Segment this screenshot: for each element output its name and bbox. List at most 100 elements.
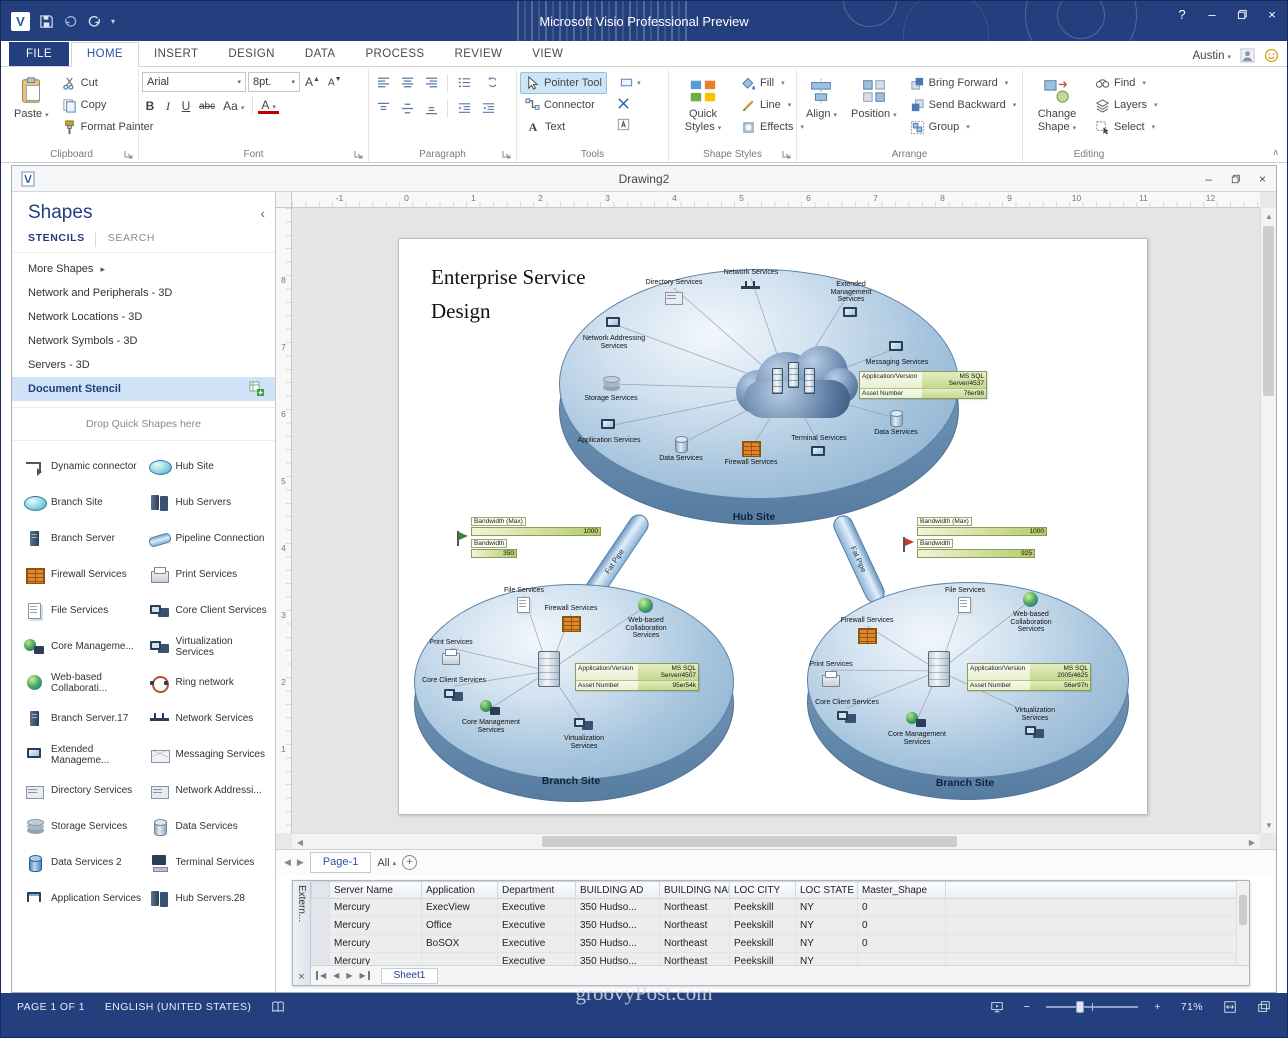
increase-indent-button[interactable] <box>477 98 499 119</box>
save-icon[interactable] <box>39 14 54 29</box>
stencil-shape[interactable]: Branch Server <box>22 523 147 555</box>
tab-design[interactable]: DESIGN <box>213 43 290 66</box>
stencil-shape[interactable]: Virtualization Services <box>147 631 272 663</box>
align-bottom-button[interactable] <box>420 98 442 119</box>
pointer-tool-button[interactable]: Pointer Tool <box>520 72 607 94</box>
row-selector[interactable] <box>312 899 330 917</box>
tab-view[interactable]: VIEW <box>517 43 578 66</box>
shape-styles-dialog-launcher-icon[interactable] <box>781 149 792 160</box>
drawing-restore-button[interactable] <box>1222 168 1249 190</box>
column-header[interactable]: LOC CITY <box>730 882 796 899</box>
stencil-shape[interactable]: Pipeline Connection <box>147 523 272 555</box>
stencil-shape[interactable]: Terminal Services <box>147 847 272 879</box>
avatar-icon[interactable] <box>1240 48 1255 63</box>
scroll-left-icon[interactable]: ◀ <box>292 834 308 849</box>
all-pages-button[interactable]: All <box>377 857 396 869</box>
branch-server-icon[interactable] <box>928 651 950 687</box>
font-family-select[interactable]: Arial <box>142 72 246 92</box>
smiley-feedback-icon[interactable] <box>1264 48 1279 63</box>
diagram-node[interactable]: Network Addressing Services <box>580 315 648 350</box>
hub-data-callout[interactable]: Application/VersionMS SQL Server/4537 As… <box>859 371 987 399</box>
stencil-shape[interactable]: Hub Servers <box>147 487 272 519</box>
font-color-button[interactable]: A <box>258 99 279 114</box>
bold-button[interactable]: B <box>142 99 158 113</box>
tab-insert[interactable]: INSERT <box>139 43 213 66</box>
hub-servers-cloud[interactable] <box>736 344 858 420</box>
bullets-button[interactable] <box>453 72 475 93</box>
tab-data[interactable]: DATA <box>290 43 351 66</box>
font-size-select[interactable]: 8pt. <box>248 72 300 92</box>
tab-stencils[interactable]: STENCILS <box>28 232 95 247</box>
page-nav-right-icon[interactable]: ▶ <box>297 857 304 868</box>
drawing-close-button[interactable]: × <box>1249 168 1276 190</box>
align-button[interactable]: Align <box>800 72 843 123</box>
text-tool-button[interactable]: A Text <box>520 116 607 138</box>
external-data-scrollbar[interactable] <box>1236 881 1249 965</box>
bandwidth-callout-right[interactable]: Bandwidth (Max) 1000 Bandwidth 925 <box>917 517 1047 561</box>
text-block-tool-button[interactable] <box>613 114 635 135</box>
presentation-mode-icon[interactable] <box>980 993 1014 1020</box>
stencil-shape[interactable]: Firewall Services <box>22 559 147 591</box>
stencil-item[interactable]: More Shapes ▸ <box>12 257 275 281</box>
help-button[interactable]: ? <box>1167 1 1197 28</box>
stencil-shape[interactable]: Web-based Collaborati... <box>22 667 147 699</box>
tab-search[interactable]: SEARCH <box>95 232 165 247</box>
branch-right-data-callout[interactable]: Application/VersionMS SQL 2005/4625 Asse… <box>967 663 1091 691</box>
decrease-indent-button[interactable] <box>453 98 475 119</box>
grow-font-button[interactable]: A▲ <box>302 75 323 89</box>
stencil-shape[interactable]: Network Services <box>147 703 272 735</box>
paragraph-dialog-launcher-icon[interactable] <box>501 149 512 160</box>
bandwidth-callout-left[interactable]: Bandwidth (Max) 1000 Bandwidth 350 <box>471 517 601 561</box>
diagram-node[interactable]: Storage Services <box>577 375 645 403</box>
row-selector[interactable] <box>312 935 330 953</box>
close-button[interactable]: × <box>1257 1 1287 28</box>
stencil-shape[interactable]: Hub Servers.28 <box>147 883 272 915</box>
shape-draw-tool-button[interactable] <box>613 72 647 93</box>
diagram-node[interactable]: Extended Management Services <box>817 281 885 324</box>
zoom-slider[interactable] <box>1046 1006 1138 1008</box>
column-header[interactable]: BUILDING NAI <box>660 882 730 899</box>
diagram-node[interactable]: Core Management Services <box>883 711 951 746</box>
bring-forward-button[interactable]: Bring Forward <box>905 72 1022 94</box>
diagram-node[interactable]: Terminal Services <box>785 435 853 463</box>
paste-button[interactable]: Paste <box>8 72 55 123</box>
minimize-button[interactable]: – <box>1197 1 1227 28</box>
table-row[interactable]: Mercury Office Executive 350 Hudso... No… <box>312 917 1249 935</box>
diagram-node[interactable]: Web-based Collaboration Services <box>612 597 680 640</box>
switch-windows-icon[interactable] <box>1247 993 1281 1020</box>
page-tab[interactable]: Page-1 <box>310 852 371 873</box>
diagram-node[interactable]: Data Services <box>862 409 930 437</box>
zoom-in-button[interactable]: + <box>1144 993 1171 1020</box>
diagram-node[interactable]: Virtualization Services <box>1001 707 1069 742</box>
row-selector[interactable] <box>312 917 330 935</box>
stencil-shape[interactable]: Branch Server.17 <box>22 703 147 735</box>
diagram-title[interactable]: Enterprise Service Design <box>431 261 586 328</box>
stencil-shape[interactable]: Application Services <box>22 883 147 915</box>
customize-qat-icon[interactable]: ▾ <box>111 17 115 26</box>
drawing-area[interactable]: Enterprise Service Design Fat Pipe Fat P… <box>292 208 1260 833</box>
diagram-node[interactable]: Firewall Services <box>537 605 605 633</box>
proofing-icon[interactable] <box>261 993 295 1020</box>
tab-file[interactable]: FILE <box>9 42 69 66</box>
group-button[interactable]: Group <box>905 116 1022 138</box>
language-indicator[interactable]: ENGLISH (UNITED STATES) <box>95 993 262 1020</box>
stencil-item[interactable]: Network Symbols - 3D <box>12 329 275 353</box>
user-account[interactable]: Austin <box>1193 50 1231 62</box>
diagram-node[interactable]: Virtualization Services <box>550 715 618 750</box>
external-data-titlebar[interactable]: Extern... × <box>293 881 311 985</box>
stencil-item[interactable]: Network Locations - 3D <box>12 305 275 329</box>
table-row[interactable]: Mercury BoSOX Executive 350 Hudso... Nor… <box>312 935 1249 953</box>
branch-server-icon[interactable] <box>538 651 560 687</box>
scroll-down-icon[interactable]: ▼ <box>1261 817 1276 833</box>
horizontal-scroll-thumb[interactable] <box>542 836 957 847</box>
previous-record-icon[interactable]: ◀ <box>331 971 341 980</box>
external-data-close-icon[interactable]: × <box>298 972 304 983</box>
select-button[interactable]: Select <box>1090 116 1163 138</box>
column-header[interactable]: Server Name <box>330 882 422 899</box>
underline-button[interactable]: U <box>178 99 194 113</box>
stencil-item[interactable]: Network and Peripherals - 3D <box>12 281 275 305</box>
diagram-node[interactable]: Web-based Collaboration Services <box>997 591 1065 634</box>
next-record-icon[interactable]: ▶ <box>344 971 354 980</box>
vertical-scroll-thumb[interactable] <box>1263 226 1274 396</box>
collapse-shapes-panel-icon[interactable]: ‹ <box>260 205 265 221</box>
